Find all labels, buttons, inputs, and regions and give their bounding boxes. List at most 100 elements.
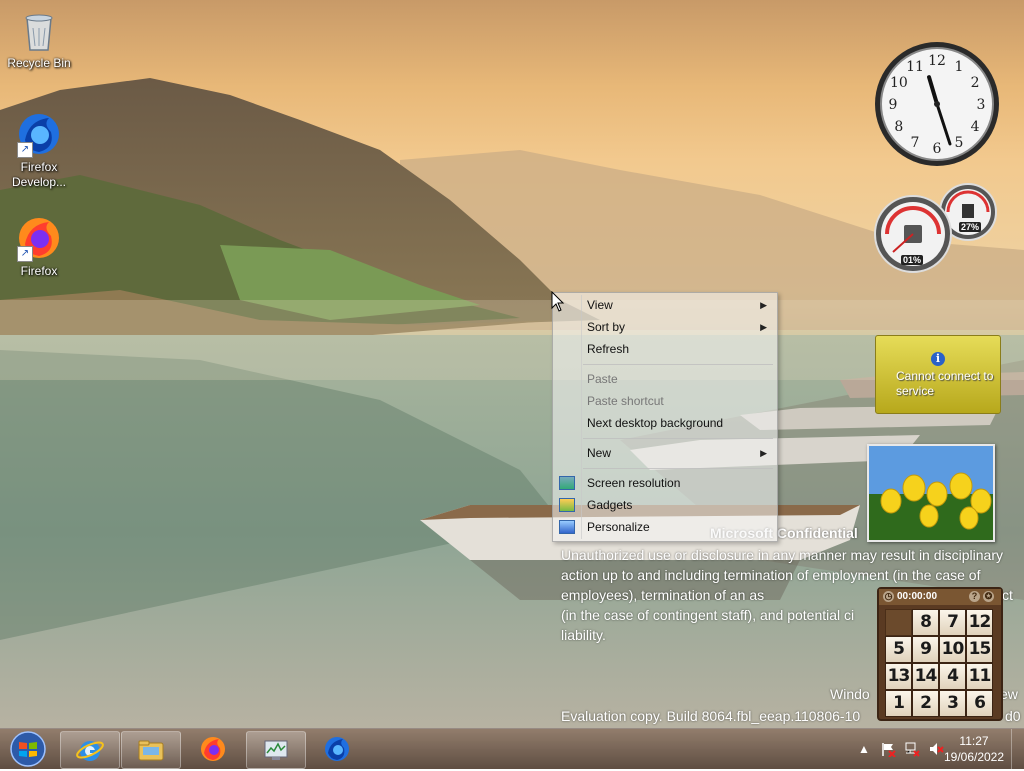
taskbar-firefox[interactable] xyxy=(184,731,242,767)
menu-item-label: New xyxy=(587,446,612,460)
start-button[interactable] xyxy=(4,730,52,768)
menu-item-sort-by[interactable]: Sort by ▶ xyxy=(555,316,775,338)
cpu-percent-label: 01% xyxy=(901,255,924,265)
puzzle-tile[interactable]: 1 xyxy=(885,690,912,717)
action-center-flag-icon[interactable] xyxy=(880,741,896,758)
personalize-icon xyxy=(559,520,575,534)
desktop-icon-firefox[interactable]: ↗ Firefox xyxy=(1,214,77,279)
menu-item-label: Refresh xyxy=(587,342,630,356)
menu-separator xyxy=(583,364,773,365)
clock-numeral: 2 xyxy=(971,75,980,91)
taskbar-firefox-developer[interactable] xyxy=(308,731,366,767)
puzzle-timer: 00:00:00 xyxy=(897,591,938,602)
shortcut-arrow-icon: ↗ xyxy=(17,142,33,158)
clock-numeral: 9 xyxy=(889,97,898,113)
clock-numeral: 10 xyxy=(890,75,908,91)
menu-item-new[interactable]: New ▶ xyxy=(555,442,775,464)
folder-icon xyxy=(138,740,164,761)
menu-item-label: Gadgets xyxy=(587,498,633,512)
puzzle-tile[interactable]: 3 xyxy=(939,690,966,717)
clock-numeral: 7 xyxy=(911,135,920,151)
show-hidden-icons-icon[interactable]: ▲ xyxy=(856,741,872,757)
menu-item-refresh[interactable]: Refresh xyxy=(555,338,775,360)
desktop-icon-recycle-bin[interactable]: Recycle Bin xyxy=(1,6,77,71)
puzzle-solve-icon[interactable]: ✪ xyxy=(983,591,994,602)
desktop-icon-label: Recycle Bin xyxy=(7,56,71,70)
menu-item-gadgets[interactable]: Gadgets xyxy=(555,494,775,516)
taskbar-clock-date[interactable]: 19/06/2022 xyxy=(939,750,1009,764)
clock-gadget[interactable]: 12 1 2 3 4 5 6 7 8 9 10 11 xyxy=(873,40,1001,168)
puzzle-tile[interactable]: 15 xyxy=(966,636,993,663)
menu-item-paste[interactable]: Paste xyxy=(555,368,775,390)
menu-item-label: Sort by xyxy=(587,320,626,334)
menu-item-view[interactable]: View ▶ xyxy=(555,294,775,316)
puzzle-empty-slot[interactable] xyxy=(885,609,912,636)
puzzle-tile[interactable]: 14 xyxy=(912,663,939,690)
info-icon: i xyxy=(931,352,945,366)
puzzle-tile[interactable]: 2 xyxy=(912,690,939,717)
desktop-icon-firefox-developer[interactable]: ↗ Firefox Develop... xyxy=(1,110,77,190)
watermark-body-tail: ct xyxy=(1002,587,1013,603)
windows-start-orb-icon xyxy=(10,731,46,767)
puzzle-tile[interactable]: 6 xyxy=(966,690,993,717)
network-icon[interactable] xyxy=(904,741,920,757)
puzzle-tile[interactable]: 10 xyxy=(939,636,966,663)
clock-numeral: 1 xyxy=(955,59,964,75)
watermark-line-5: liability. xyxy=(561,627,606,643)
watermark-windows-label: Windo ew xyxy=(830,686,1018,702)
internet-explorer-icon xyxy=(76,741,104,761)
cpu-meter-gadget[interactable]: 01% 27% xyxy=(873,182,1001,274)
taskbar-resource-monitor[interactable] xyxy=(246,731,306,769)
submenu-arrow-icon: ▶ xyxy=(760,300,767,310)
menu-item-label: View xyxy=(587,298,613,312)
recycle-bin-icon xyxy=(15,6,63,54)
puzzle-tile[interactable]: 9 xyxy=(912,636,939,663)
gadgets-icon xyxy=(559,498,575,512)
puzzle-tile[interactable]: 11 xyxy=(966,663,993,690)
watermark-build-text: Evaluation copy. Build 8064.fbl_eeap.110… xyxy=(561,708,861,724)
puzzle-hint-icon[interactable]: ? xyxy=(969,591,980,602)
watermark-windows-text: Windo xyxy=(830,686,870,702)
slideshow-photo-tulips xyxy=(869,446,993,540)
taskbar-internet-explorer[interactable] xyxy=(60,731,120,769)
desktop-context-menu: View ▶ Sort by ▶ Refresh Paste Paste sho… xyxy=(552,292,778,542)
menu-separator xyxy=(583,468,773,469)
menu-item-screen-resolution[interactable]: Screen resolution xyxy=(555,472,775,494)
puzzle-tile[interactable]: 12 xyxy=(966,609,993,636)
puzzle-tile[interactable]: 5 xyxy=(885,636,912,663)
puzzle-tile[interactable]: 13 xyxy=(885,663,912,690)
desktop-icon-label: Firefox xyxy=(20,264,58,278)
mouse-pointer-icon xyxy=(551,291,565,312)
watermark-build: Evaluation copy. Build 8064.fbl_eeap.110… xyxy=(561,708,1021,724)
menu-separator xyxy=(583,438,773,439)
puzzle-toolbar: ◷ 00:00:00 ? ✪ xyxy=(879,589,1001,605)
menu-item-label: Screen resolution xyxy=(587,476,681,490)
menu-item-next-desktop-background[interactable]: Next desktop background xyxy=(555,412,775,434)
weather-error-message: Cannot connect to service xyxy=(896,369,994,398)
memory-percent-label: 27% xyxy=(959,222,982,232)
firefox-developer-icon xyxy=(325,737,349,761)
screen-resolution-icon xyxy=(559,476,575,490)
taskbar-clock-time[interactable]: 11:27 xyxy=(939,734,1009,748)
firefox-developer-icon: ↗ xyxy=(15,110,63,158)
firefox-icon xyxy=(201,737,225,761)
weather-gadget[interactable]: i Cannot connect to service xyxy=(875,335,1001,414)
clock-numeral: 4 xyxy=(971,119,980,135)
menu-item-label: Next desktop background xyxy=(587,416,724,430)
show-desktop-button[interactable] xyxy=(1011,729,1024,769)
puzzle-tile[interactable]: 4 xyxy=(939,663,966,690)
clock-numeral: 11 xyxy=(906,59,924,75)
puzzle-tile[interactable]: 7 xyxy=(939,609,966,636)
menu-item-label: Paste shortcut xyxy=(587,394,664,408)
clock-numeral: 3 xyxy=(977,97,986,113)
system-tray: ▲ 11:27 19/06/2022 xyxy=(824,729,1024,769)
picture-puzzle-gadget[interactable]: ◷ 00:00:00 ? ✪ 8 7 12 5 9 10 15 13 14 4 11 1 2 3 6 xyxy=(877,587,1003,721)
slideshow-gadget[interactable] xyxy=(867,444,995,542)
puzzle-tile[interactable]: 8 xyxy=(912,609,939,636)
taskbar-windows-explorer[interactable] xyxy=(121,731,181,769)
resource-monitor-icon xyxy=(264,740,288,760)
menu-item-personalize[interactable]: Personalize xyxy=(555,516,775,538)
puzzle-pause-icon[interactable]: ◷ xyxy=(883,591,894,602)
menu-item-paste-shortcut[interactable]: Paste shortcut xyxy=(555,390,775,412)
analog-clock-face: 12 12 3 45678 9 1011 xyxy=(875,42,999,166)
